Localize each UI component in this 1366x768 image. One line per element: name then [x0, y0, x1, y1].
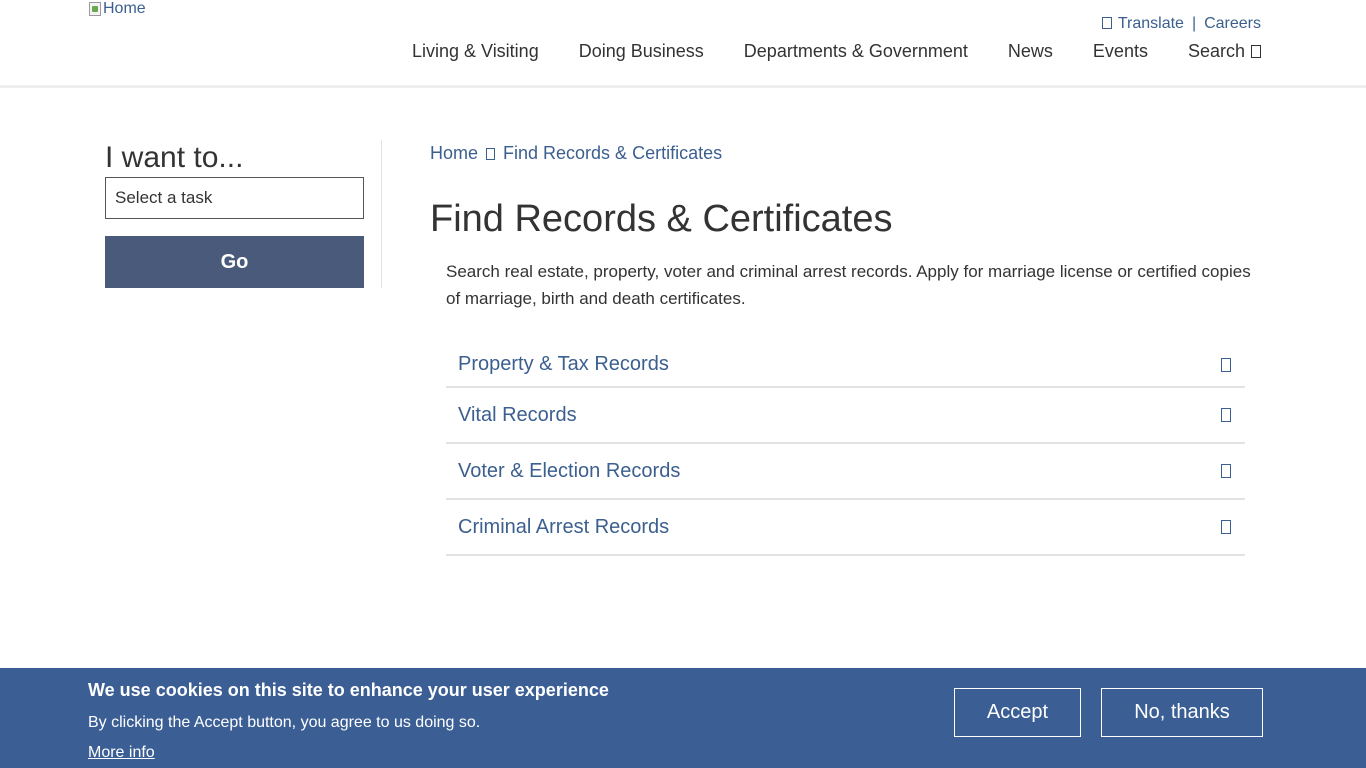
- i-want-to-sidebar: I want to... Select a task Go: [105, 140, 382, 288]
- cookie-text: By clicking the Accept button, you agree…: [88, 714, 481, 731]
- breadcrumb-home-link[interactable]: Home: [430, 143, 478, 164]
- accordion-item-voter-election[interactable]: Voter & Election Records: [446, 444, 1245, 500]
- expand-icon: [1221, 357, 1231, 372]
- cookie-decline-button[interactable]: No, thanks: [1101, 688, 1263, 737]
- nav-living-visiting[interactable]: Living & Visiting: [412, 41, 539, 62]
- chevron-right-icon: [486, 147, 496, 160]
- records-accordion: Property & Tax Records Vital Records Vot…: [446, 343, 1245, 556]
- nav-departments-government[interactable]: Departments & Government: [744, 41, 968, 62]
- nav-news[interactable]: News: [1008, 41, 1053, 62]
- nav-events[interactable]: Events: [1093, 41, 1148, 62]
- go-button[interactable]: Go: [105, 236, 364, 288]
- breadcrumb-current-link[interactable]: Find Records & Certificates: [503, 143, 722, 164]
- search-icon: [1251, 45, 1261, 58]
- logo-alt-text: Home: [103, 0, 146, 17]
- nav-doing-business[interactable]: Doing Business: [579, 41, 704, 62]
- careers-link[interactable]: Careers: [1204, 15, 1261, 33]
- main-nav: Living & Visiting Doing Business Departm…: [412, 41, 1261, 62]
- i-want-to-heading: I want to...: [105, 141, 244, 174]
- cookie-accept-button[interactable]: Accept: [954, 688, 1081, 737]
- nav-search[interactable]: Search: [1188, 41, 1261, 62]
- accordion-label: Property & Tax Records: [458, 353, 669, 375]
- translate-link[interactable]: Translate: [1101, 15, 1184, 33]
- accordion-item-vital[interactable]: Vital Records: [446, 388, 1245, 444]
- task-select[interactable]: Select a task: [105, 177, 364, 219]
- expand-icon: [1221, 520, 1231, 534]
- page-intro: Search real estate, property, voter and …: [446, 262, 1251, 308]
- accordion-label: Criminal Arrest Records: [458, 515, 670, 538]
- site-header: Home Translate | Careers Living & Visiti…: [0, 0, 1366, 88]
- home-logo-link[interactable]: Home: [89, 0, 146, 18]
- utility-links: Translate | Careers: [1101, 15, 1261, 33]
- page-title: Find Records & Certificates: [430, 198, 893, 240]
- cookie-more-info-link[interactable]: More info: [88, 744, 155, 762]
- accordion-label: Voter & Election Records: [458, 459, 681, 482]
- globe-icon: [1101, 17, 1112, 29]
- expand-icon: [1221, 408, 1231, 422]
- accordion-item-criminal-arrest[interactable]: Criminal Arrest Records: [446, 500, 1245, 556]
- cookie-banner: We use cookies on this site to enhance y…: [0, 668, 1366, 768]
- breadcrumb: Home Find Records & Certificates: [430, 143, 722, 164]
- cookie-title: We use cookies on this site to enhance y…: [88, 680, 609, 700]
- expand-icon: [1221, 464, 1231, 478]
- broken-image-icon: [89, 2, 101, 16]
- accordion-label: Vital Records: [458, 403, 577, 426]
- accordion-item-property-tax[interactable]: Property & Tax Records: [446, 343, 1245, 388]
- utility-separator: |: [1191, 15, 1197, 32]
